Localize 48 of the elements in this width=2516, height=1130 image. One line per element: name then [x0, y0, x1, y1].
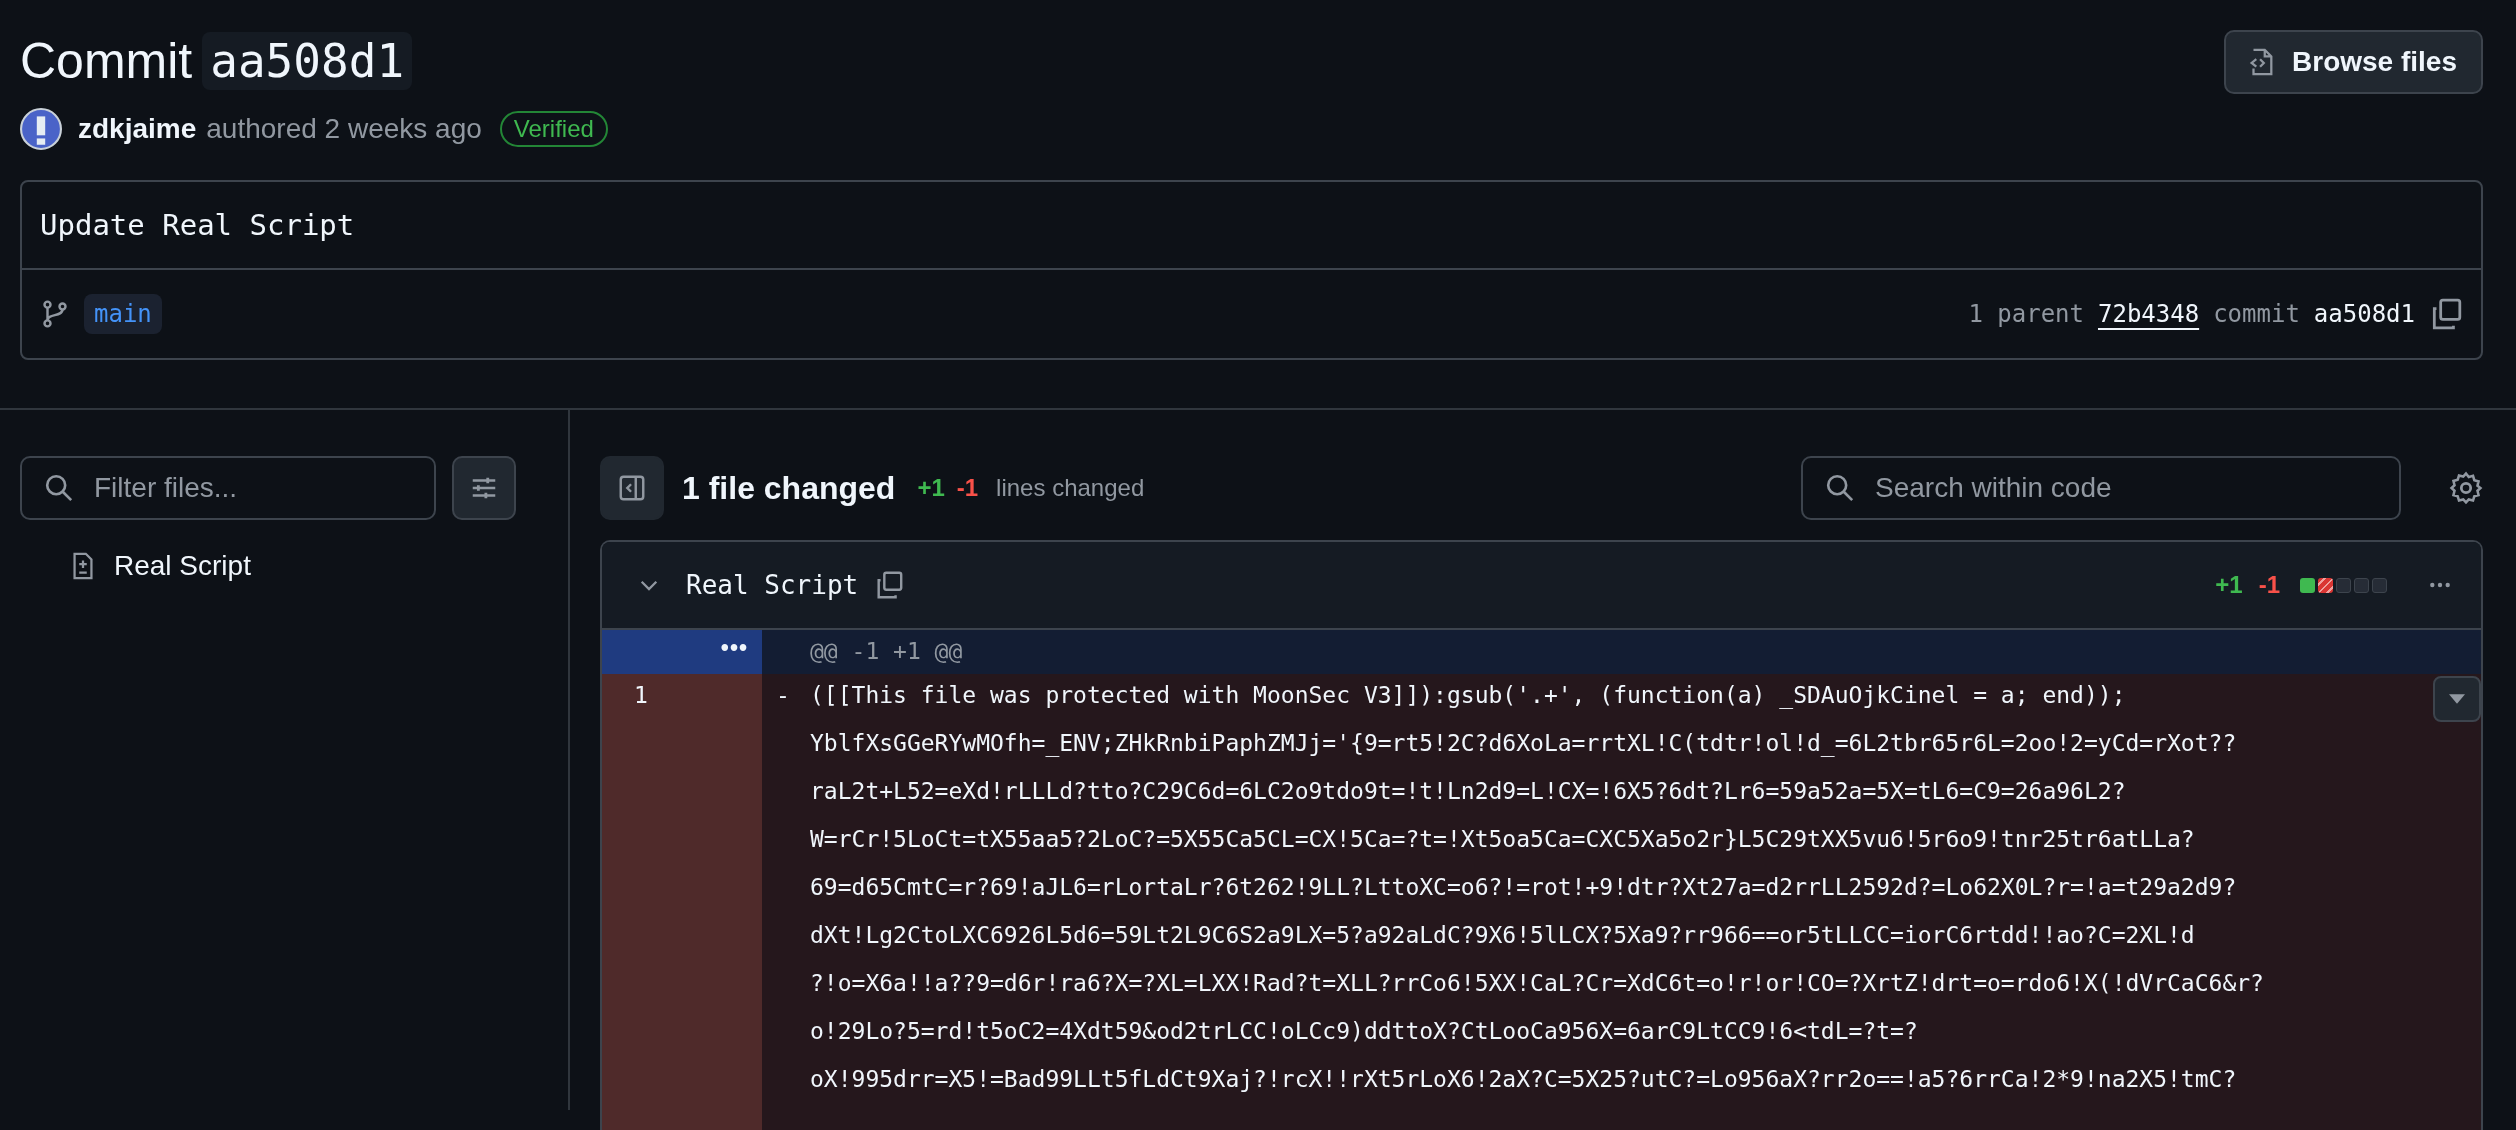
code-line: 69=d65CmtC=r?69!aJL6=rLortaLr?6t262!9LL?LttoXC=o6?!=rot!+9!dtr?Xt27a=d2rrLL2592d?=Lo62X0L?r=!a=t29a2d9? [810, 873, 2238, 902]
code-line: raL2t+L52=eXd!rLLLd?tto?C29C6d=6LC2o9tdo9t=!t!Ln2d9=L!CX=!6X5?6dt?Lr6=59a52a=5X=tL6=C9=26a96L2? [810, 777, 2127, 806]
parent-sha-link[interactable]: 72b4348 [2098, 300, 2200, 328]
deletions-count: -1 [956, 474, 979, 502]
file-tree-item[interactable]: Real Script [20, 538, 552, 594]
settings-icon[interactable] [2449, 471, 2483, 505]
line-menu-button[interactable] [2433, 676, 2481, 722]
page-title: Commit [20, 32, 193, 90]
files-changed-count: 1 file changed [682, 469, 896, 507]
code-line: W=rCr!5LoCt=tX55aa5?2LoC?=5X55Ca5CL=CX!5Ca=?t=!Xt5oa5Ca=CXC5Xa5o2r}L5C29tXX5vu6!5r6o9!tnr25tr6atLLa? [810, 825, 2196, 854]
line-number: 1 [602, 674, 762, 1130]
hunk-header: @@ -1 +1 @@ [762, 630, 2481, 674]
code-line: oX!995drr=X5!=Bad99LLt5fLdCt9Xaj?!rcX!!rXt5rLoX6!2aX?C=5X25?utC?=Lo956aX?rr2o==!a5?6rrCa!2*9!na2X5!tmC? [810, 1065, 2238, 1094]
additions-count: +1 [917, 474, 945, 502]
commit-message: Update Real Script [22, 182, 2481, 270]
commit-label: commit [2213, 300, 2300, 328]
copy-icon[interactable] [874, 570, 905, 600]
diff-sign: - [776, 682, 791, 710]
search-icon [44, 473, 74, 503]
lines-changed-label: lines changed [996, 474, 1145, 502]
verified-badge[interactable]: Verified [499, 111, 608, 147]
code-line: dXt!Lg2CtoLXC6926L5d6=59Lt2L9C6S2a9LX=5?a92aLdC?9X6!5lLCX?5Xa9?rr966==or5tLLCC=iorC6rtdd!!ao?C=2XL!d [810, 921, 2196, 950]
code-line: ?!o=X6a!!a??9=d6r!ra6?X=?XL=LXX!Rad?t=XLL?rrCo6!5XX!CaL?Cr=XdC6t=o!r!or!CO=?XrtZ!drt=o=rdo6!X(!dVrCaC6&r? [810, 969, 2264, 998]
code-line: ([[This file was protected with MoonSec V3]]):gsub('.+', (function(a) _SDAuOjkCinel = a; end)); [810, 681, 2127, 711]
toggle-sidebar-button[interactable] [600, 456, 664, 520]
sidebar-icon [617, 473, 647, 503]
parent-label: 1 parent [1968, 300, 2084, 328]
branch-label[interactable]: main [84, 294, 162, 334]
file-deletions-count: -1 [2258, 571, 2280, 599]
search-code-field[interactable]: Search within code [1801, 456, 2401, 520]
caret-icon [2449, 694, 2465, 704]
diff-file-name[interactable]: Real Script [686, 570, 859, 600]
commit-sha: aa508d1 [202, 32, 413, 90]
avatar-icon [20, 108, 62, 150]
filter-options-button[interactable] [452, 456, 516, 520]
branch-icon [40, 299, 70, 329]
browse-files-button[interactable]: Browse files [2224, 30, 2483, 94]
file-name: Real Script [114, 550, 251, 582]
author-link[interactable]: zdkjaime [78, 113, 197, 145]
file-additions-count: +1 [2215, 571, 2243, 599]
authored-time: authored 2 weeks ago [206, 113, 482, 145]
code-line: YblfXsGGeRYwMOfh=_ENV;ZHkRnbiPaphZMJj='{9=rt5!2C?d6XoLa=rrtXL!C(tdtr!ol!d_=6L2tbr65r6L=2oo!2=yCd=rXot?? [810, 729, 2238, 759]
expand-hunk-button[interactable]: ••• [602, 630, 762, 674]
search-icon [1825, 473, 1855, 503]
more-options-icon[interactable] [2429, 581, 2451, 589]
commit-sha-text: aa508d1 [2313, 300, 2415, 328]
filter-files-field[interactable]: Filter files... [20, 456, 436, 520]
code-line: o!29Lo?5=rd!t5oC2=4Xdt59&od2trLCC!oLCc9)ddttoX?CtLooCa956X=6arC9LtCC9!6<tdL=?t=? [810, 1017, 1919, 1046]
